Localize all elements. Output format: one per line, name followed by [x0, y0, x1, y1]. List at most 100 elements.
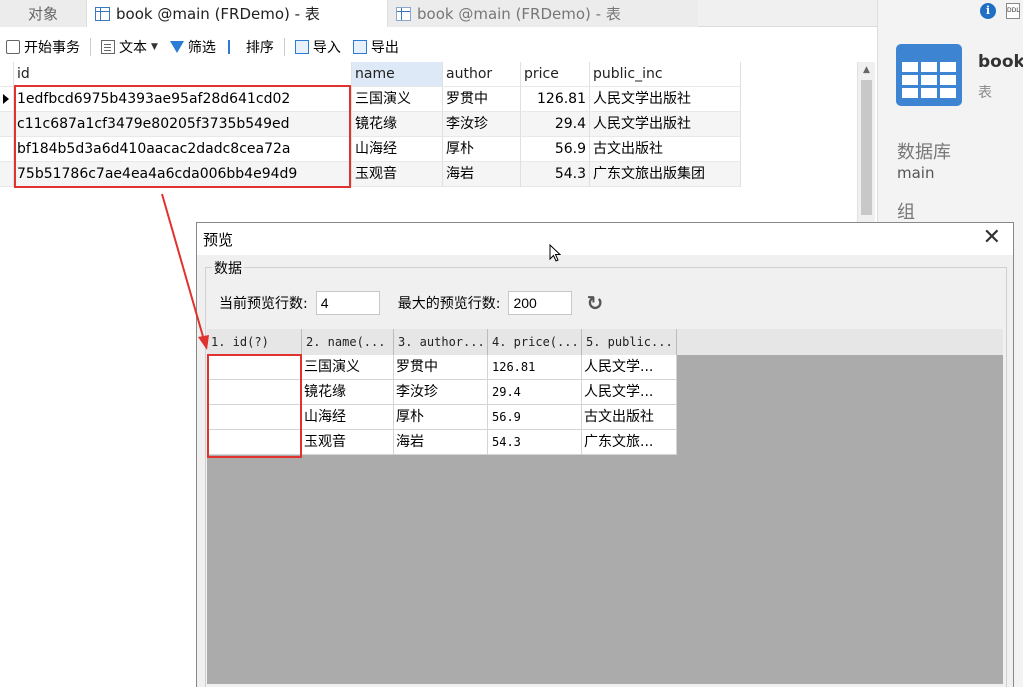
cell-author[interactable]: 罗贯中: [443, 87, 521, 112]
row-marker-header: [0, 62, 14, 87]
grid-header-row: id name author price public_inc: [0, 62, 741, 87]
preview-cell-author[interactable]: 罗贯中: [394, 355, 488, 380]
max-rows-label: 最大的预览行数:: [397, 296, 501, 312]
cell-public-inc[interactable]: 人民文学出版社: [590, 112, 741, 137]
table-icon: [396, 6, 411, 21]
row-marker: [0, 112, 14, 137]
cell-name[interactable]: 山海经: [352, 137, 443, 162]
chevron-down-icon: ▼: [151, 42, 158, 52]
preview-cell-name[interactable]: 山海经: [302, 405, 394, 430]
text-label: 文本: [119, 40, 147, 56]
preview-cell-public[interactable]: 人民文学...: [582, 380, 677, 405]
begin-transaction-button[interactable]: 开始事务: [0, 35, 86, 59]
filter-icon: [169, 41, 184, 53]
preview-column-header[interactable]: 2. name(...: [302, 329, 394, 355]
current-rows-label: 当前预览行数:: [219, 296, 308, 312]
row-marker: [0, 137, 14, 162]
preview-cell-price[interactable]: 29.4: [488, 380, 582, 405]
row-marker: [0, 87, 14, 112]
cell-name[interactable]: 玉观音: [352, 162, 443, 187]
cell-public-inc[interactable]: 人民文学出版社: [590, 87, 741, 112]
import-label: 导入: [312, 40, 341, 56]
cell-author[interactable]: 厚朴: [443, 137, 521, 162]
cell-public-inc[interactable]: 广东文旅出版集团: [590, 162, 741, 187]
preview-column-header[interactable]: 4. price(...: [488, 329, 582, 355]
preview-column-header[interactable]: 3. author...: [394, 329, 488, 355]
group-label: 组: [897, 202, 915, 223]
object-name: book: [978, 52, 1023, 72]
filter-button[interactable]: 筛选: [164, 35, 222, 59]
sort-label: 排序: [245, 40, 274, 56]
scrollbar-thumb[interactable]: [861, 80, 872, 215]
object-type: 表: [978, 85, 992, 101]
import-icon: [294, 40, 309, 54]
cell-author[interactable]: 李汝珍: [443, 112, 521, 137]
sort-button[interactable]: 排序: [222, 35, 280, 59]
cell-price[interactable]: 54.3: [521, 162, 590, 187]
preview-cell-name[interactable]: 三国演义: [302, 355, 394, 380]
toolbar-divider: [90, 38, 91, 56]
preview-cell-author[interactable]: 李汝珍: [394, 380, 488, 405]
cell-price[interactable]: 126.81: [521, 87, 590, 112]
preview-id-highlight: [207, 354, 302, 458]
column-header-public-inc[interactable]: public_inc: [590, 62, 741, 87]
sort-icon: [227, 40, 242, 54]
preview-cell-public[interactable]: 广东文旅...: [582, 430, 677, 455]
import-button[interactable]: 导入: [289, 35, 347, 59]
tab-book-inactive[interactable]: book @main (FRDemo) - 表: [388, 0, 698, 27]
current-row-arrow-icon: [3, 94, 9, 104]
text-icon: [101, 40, 115, 54]
ddl-icon[interactable]: DDL: [1006, 3, 1020, 19]
cell-author[interactable]: 海岩: [443, 162, 521, 187]
cell-name[interactable]: 三国演义: [352, 87, 443, 112]
dialog-title: 预览: [203, 230, 234, 249]
data-group-legend: 数据: [212, 258, 244, 278]
cell-price[interactable]: 29.4: [521, 112, 590, 137]
text-button[interactable]: 文本 ▼: [95, 35, 164, 59]
preview-column-header[interactable]: 5. public...: [582, 329, 677, 355]
column-header-author[interactable]: author: [443, 62, 521, 87]
preview-grid: 1. id(?) 2. name(... 3. author... 4. pri…: [207, 329, 1003, 684]
tab-objects[interactable]: 对象: [0, 0, 86, 27]
database-value: main: [897, 164, 935, 182]
info-icon[interactable]: i: [980, 3, 996, 19]
tab-book-active[interactable]: book @main (FRDemo) - 表: [86, 0, 388, 27]
cell-name[interactable]: 镜花缘: [352, 112, 443, 137]
preview-column-header[interactable]: 1. id(?): [207, 329, 302, 355]
row-marker: [0, 162, 14, 187]
table-icon: [95, 6, 110, 21]
table-icon: [896, 44, 962, 106]
preview-cell-author[interactable]: 海岩: [394, 430, 488, 455]
transaction-icon: [6, 40, 20, 54]
preview-cell-price[interactable]: 54.3: [488, 430, 582, 455]
current-rows-input[interactable]: 4: [315, 291, 380, 315]
begin-transaction-label: 开始事务: [24, 40, 80, 56]
preview-header-filler: [677, 329, 1003, 355]
preview-cell-price[interactable]: 126.81: [488, 355, 582, 380]
grid-vertical-scrollbar[interactable]: ▲: [857, 62, 875, 222]
database-label: 数据库: [897, 142, 951, 163]
preview-cell-name[interactable]: 镜花缘: [302, 380, 394, 405]
column-header-price[interactable]: price: [521, 62, 590, 87]
preview-dialog: 预览 ✕ 数据 当前预览行数: 4 最大的预览行数: 200 ↻ 1. id(?…: [196, 222, 1014, 687]
preview-cell-price[interactable]: 56.9: [488, 405, 582, 430]
tab-bar: 对象 book @main (FRDemo) - 表 book @main (F…: [0, 0, 877, 27]
refresh-icon[interactable]: ↻: [586, 291, 603, 315]
column-header-name[interactable]: name: [352, 62, 443, 87]
preview-cell-author[interactable]: 厚朴: [394, 405, 488, 430]
scroll-up-icon[interactable]: ▲: [858, 62, 875, 78]
mouse-cursor-icon: [549, 244, 561, 262]
dialog-title-bar[interactable]: 预览 ✕: [197, 223, 1013, 255]
filter-label: 筛选: [187, 40, 216, 56]
tab-label: book @main (FRDemo) - 表: [116, 5, 320, 23]
preview-cell-public[interactable]: 人民文学...: [582, 355, 677, 380]
cell-public-inc[interactable]: 古文出版社: [590, 137, 741, 162]
close-icon[interactable]: ✕: [983, 227, 1001, 249]
preview-cell-name[interactable]: 玉观音: [302, 430, 394, 455]
cell-price[interactable]: 56.9: [521, 137, 590, 162]
export-button[interactable]: 导出: [347, 35, 405, 59]
preview-cell-public[interactable]: 古文出版社: [582, 405, 677, 430]
column-header-id[interactable]: id: [14, 62, 352, 87]
max-rows-input[interactable]: 200: [508, 291, 573, 315]
preview-grid-header: 1. id(?) 2. name(... 3. author... 4. pri…: [207, 329, 1003, 355]
